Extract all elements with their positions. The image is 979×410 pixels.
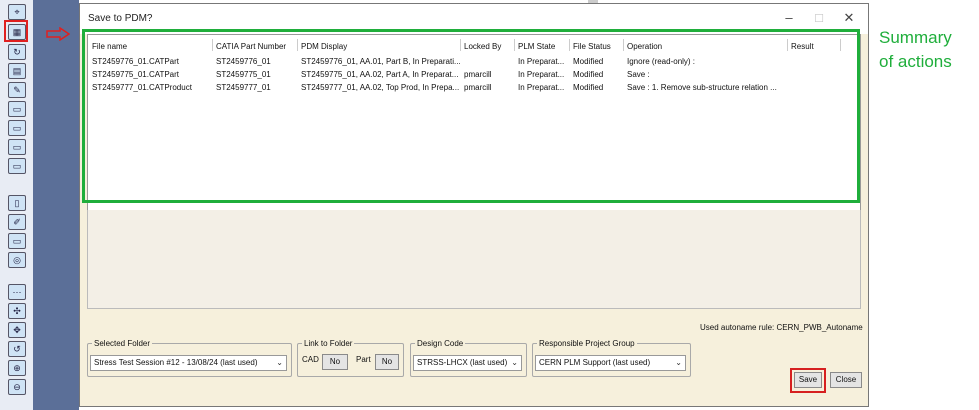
save-to-pdm-highlight: [4, 20, 28, 42]
details-pane: [87, 210, 861, 309]
part-link-toggle[interactable]: No: [375, 354, 399, 370]
target-icon[interactable]: ◎: [8, 252, 26, 268]
binoculars-icon[interactable]: ⌖: [8, 4, 26, 20]
load-icon[interactable]: ▤: [8, 63, 26, 79]
summary-annotation: Summary of actions: [879, 26, 979, 74]
close-button[interactable]: Close: [830, 372, 862, 388]
catia-background: [33, 0, 79, 410]
sketch-icon[interactable]: ✐: [8, 214, 26, 230]
pan-icon[interactable]: ✥: [8, 322, 26, 338]
design-code-label: Design Code: [417, 339, 464, 348]
chevron-down-icon: ⌄: [675, 358, 682, 367]
design-code-value: STRSS-LHCX (last used): [417, 358, 508, 367]
edit-icon[interactable]: ✎: [8, 82, 26, 98]
project-group-select[interactable]: CERN PLM Support (last used) ⌄: [535, 355, 686, 371]
chevron-down-icon: ⌄: [276, 358, 283, 367]
selected-folder-select[interactable]: Stress Test Session #12 - 13/08/24 (last…: [90, 355, 287, 371]
refresh-icon[interactable]: ↻: [8, 44, 26, 60]
doc-view-icon[interactable]: ▭: [8, 158, 26, 174]
doc-copy-icon[interactable]: ▭: [8, 139, 26, 155]
summary-highlight-box: [82, 29, 860, 203]
summary-line-1: Summary: [879, 28, 952, 47]
summary-line-2: of actions: [879, 52, 952, 71]
zoom-in-icon[interactable]: ⊕: [8, 360, 26, 376]
sheet-icon[interactable]: ▯: [8, 195, 26, 211]
tree-icon[interactable]: ⋯: [8, 284, 26, 300]
doc-icon[interactable]: ▭: [8, 101, 26, 117]
cad-link-toggle[interactable]: No: [322, 354, 348, 370]
autoname-rule-text: Used autoname rule: CERN_PWB_Autoname: [700, 323, 863, 332]
part-label: Part: [356, 355, 371, 364]
selected-folder-value: Stress Test Session #12 - 13/08/24 (last…: [94, 358, 258, 367]
dialog-title: Save to PDM?: [88, 13, 153, 24]
minimize-icon[interactable]: –: [780, 10, 798, 25]
fit-all-icon[interactable]: ✣: [8, 303, 26, 319]
link-to-folder-label: Link to Folder: [304, 339, 353, 348]
selected-folder-label: Selected Folder: [94, 339, 151, 348]
chevron-down-icon: ⌄: [511, 358, 518, 367]
close-icon[interactable]: ✕: [840, 10, 858, 26]
zoom-out-icon[interactable]: ⊖: [8, 379, 26, 395]
save-button[interactable]: Save: [794, 372, 822, 388]
right-arrow-icon: [46, 27, 70, 41]
maximize-icon: □: [815, 10, 823, 25]
cad-label: CAD: [302, 355, 319, 364]
frame-icon[interactable]: ▭: [8, 233, 26, 249]
rotate-icon[interactable]: ↺: [8, 341, 26, 357]
design-code-select[interactable]: STRSS-LHCX (last used) ⌄: [413, 355, 522, 371]
doc-lock-icon[interactable]: ▭: [8, 120, 26, 136]
catia-toolbar: ⌖ ▦ ↻ ▤ ✎ ▭ ▭ ▭ ▭ ▯ ✐ ▭ ◎ ⋯ ✣ ✥ ↺ ⊕ ⊖: [0, 0, 34, 410]
project-group-label: Responsible Project Group: [539, 339, 635, 348]
project-group-value: CERN PLM Support (last used): [539, 358, 651, 367]
